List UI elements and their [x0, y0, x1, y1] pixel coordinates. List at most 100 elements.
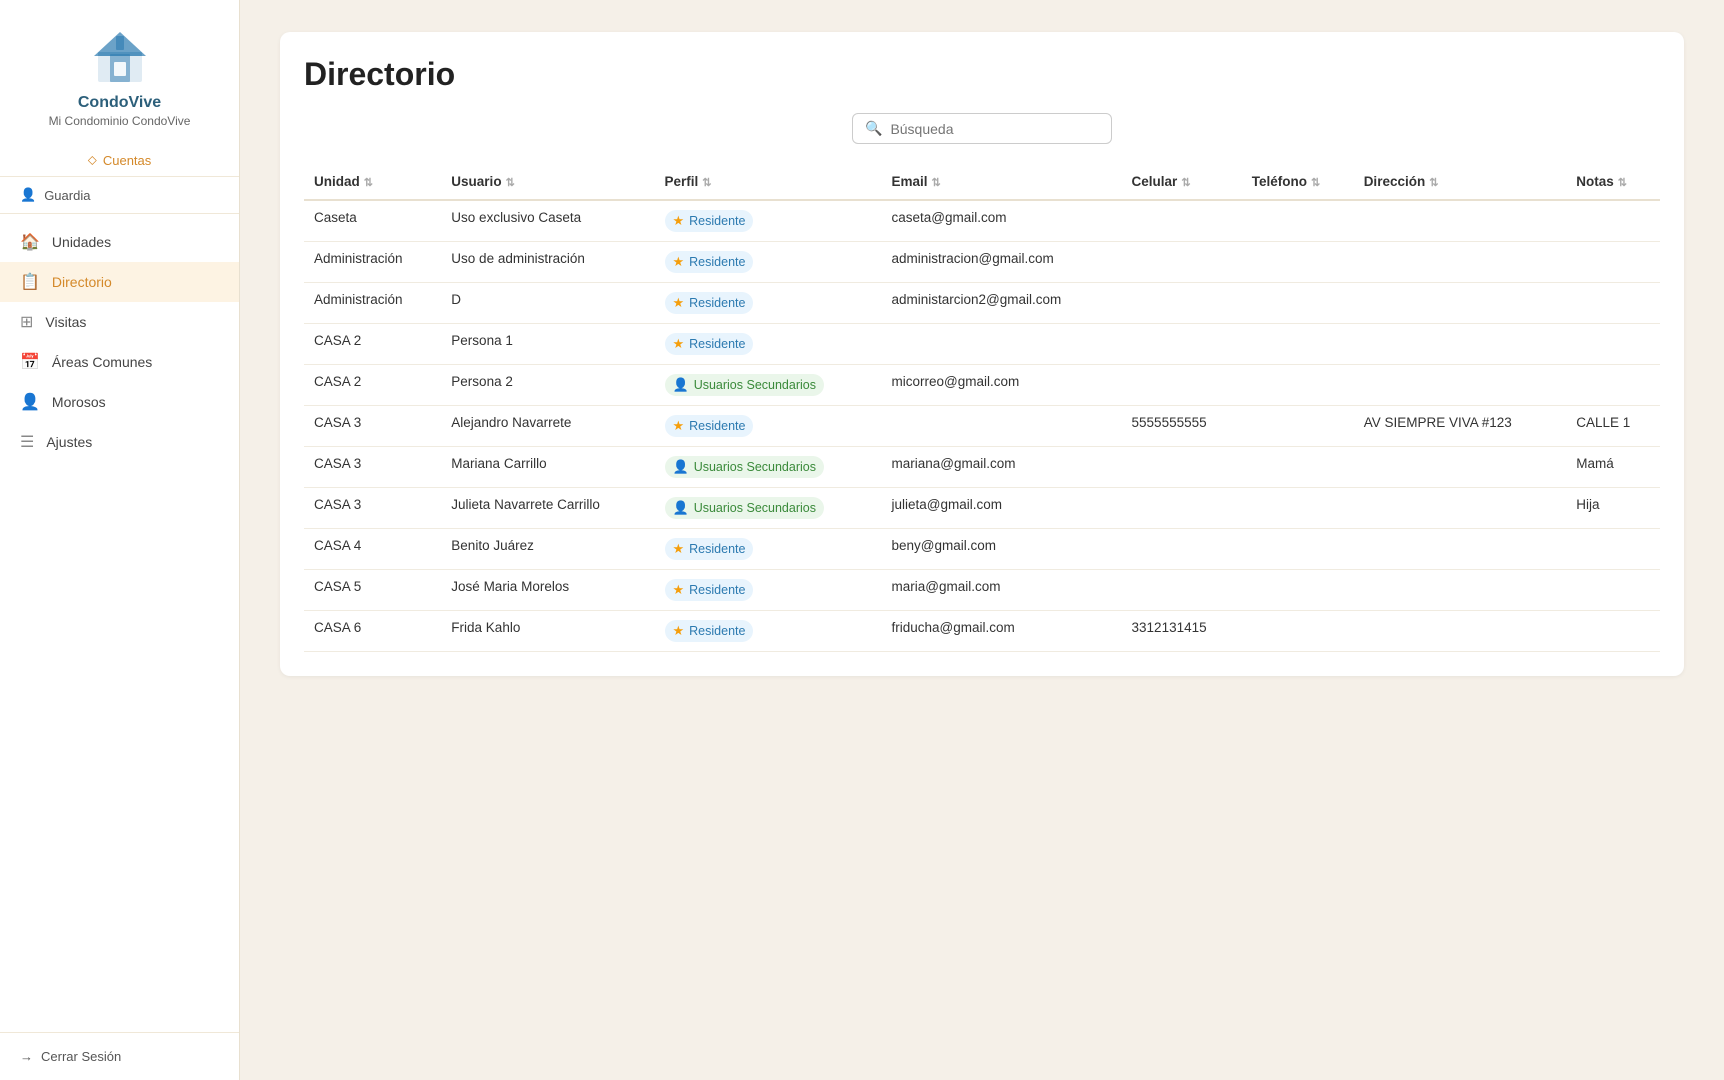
condo-name: Mi Condominio CondoVive: [49, 114, 191, 128]
cell-email: maria@gmail.com: [882, 570, 1122, 611]
cell-usuario: Persona 2: [441, 365, 654, 406]
sidebar: CondoVive Mi Condominio CondoVive ⬦ Cuen…: [0, 0, 240, 1080]
cell-notas: [1566, 570, 1660, 611]
ajustes-icon: ☰: [20, 432, 34, 452]
cell-unidad: Caseta: [304, 200, 441, 242]
sidebar-item-morosos[interactable]: 👤 Morosos: [0, 382, 239, 422]
sidebar-label-areas: Áreas Comunes: [52, 354, 152, 370]
cell-telefono: [1242, 200, 1354, 242]
sort-telefono: ⇅: [1311, 176, 1320, 189]
table-row: CASA 3Mariana Carrillo👤Usuarios Secundar…: [304, 447, 1660, 488]
col-header-perfil[interactable]: Perfil⇅: [655, 164, 882, 200]
cell-direccion: [1354, 488, 1567, 529]
cell-usuario: Persona 1: [441, 324, 654, 365]
sort-direccion: ⇅: [1429, 176, 1438, 189]
table-row: CASA 4Benito Juárez★Residentebeny@gmail.…: [304, 529, 1660, 570]
cell-notas: [1566, 365, 1660, 406]
directory-table: Unidad⇅Usuario⇅Perfil⇅Email⇅Celular⇅Telé…: [304, 164, 1660, 652]
areas-icon: 📅: [20, 352, 40, 372]
cell-usuario: Benito Juárez: [441, 529, 654, 570]
sidebar-nav: 🏠 Unidades 📋 Directorio ⊞ Visitas 📅 Área…: [0, 214, 239, 1032]
cell-notas: [1566, 529, 1660, 570]
cell-usuario: D: [441, 283, 654, 324]
cell-email: [882, 324, 1122, 365]
sidebar-item-directorio[interactable]: 📋 Directorio: [0, 262, 239, 302]
table-row: CASA 2Persona 1★Residente: [304, 324, 1660, 365]
perfil-label: Residente: [689, 255, 745, 269]
perfil-badge: 👤 Usuarios Secundarios: [665, 374, 824, 396]
user-section: 👤 Guardia: [0, 177, 239, 214]
user-label: Guardia: [44, 188, 90, 203]
accounts-link[interactable]: ⬦ Cuentas: [0, 144, 239, 177]
cell-direccion: [1354, 447, 1567, 488]
col-header-notas[interactable]: Notas⇅: [1566, 164, 1660, 200]
col-header-celular[interactable]: Celular⇅: [1122, 164, 1242, 200]
sort-email: ⇅: [932, 176, 941, 189]
cell-direccion: [1354, 283, 1567, 324]
cell-unidad: CASA 3: [304, 406, 441, 447]
sidebar-label-morosos: Morosos: [52, 394, 106, 410]
visitas-icon: ⊞: [20, 312, 33, 332]
accounts-icon: ⬦: [88, 152, 97, 168]
logout-label: Cerrar Sesión: [41, 1049, 121, 1064]
perfil-icon: 👤: [673, 377, 689, 393]
logout-button[interactable]: → Cerrar Sesión: [20, 1049, 219, 1064]
sidebar-label-unidades: Unidades: [52, 234, 111, 250]
cell-telefono: [1242, 488, 1354, 529]
cell-telefono: [1242, 365, 1354, 406]
cell-email: micorreo@gmail.com: [882, 365, 1122, 406]
user-icon: 👤: [20, 187, 36, 203]
col-header-usuario[interactable]: Usuario⇅: [441, 164, 654, 200]
cell-unidad: CASA 4: [304, 529, 441, 570]
sidebar-item-visitas[interactable]: ⊞ Visitas: [0, 302, 239, 342]
col-header-telefono[interactable]: Teléfono⇅: [1242, 164, 1354, 200]
search-input[interactable]: [890, 121, 1099, 137]
cell-telefono: [1242, 242, 1354, 283]
cell-direccion: [1354, 324, 1567, 365]
cell-email: mariana@gmail.com: [882, 447, 1122, 488]
sidebar-label-visitas: Visitas: [45, 314, 86, 330]
cell-telefono: [1242, 611, 1354, 652]
perfil-icon: 👤: [673, 459, 689, 475]
search-icon: 🔍: [865, 120, 882, 137]
perfil-label: Usuarios Secundarios: [694, 460, 816, 474]
table-row: CASA 2Persona 2 👤 Usuarios Secundarios mico…: [304, 365, 1660, 406]
cell-celular: [1122, 283, 1242, 324]
cell-email: administarcion2@gmail.com: [882, 283, 1122, 324]
cell-email: [882, 406, 1122, 447]
cell-direccion: [1354, 611, 1567, 652]
cell-celular: [1122, 570, 1242, 611]
col-header-email[interactable]: Email⇅: [882, 164, 1122, 200]
perfil-badge: ★Residente: [665, 538, 754, 560]
logo-icon: [88, 24, 152, 88]
cell-usuario: Uso de administración: [441, 242, 654, 283]
sort-celular: ⇅: [1181, 176, 1190, 189]
perfil-icon: ★: [673, 623, 685, 639]
sidebar-item-unidades[interactable]: 🏠 Unidades: [0, 222, 239, 262]
sort-notas: ⇅: [1618, 176, 1627, 189]
sidebar-item-areas[interactable]: 📅 Áreas Comunes: [0, 342, 239, 382]
perfil-label: Usuarios Secundarios: [694, 378, 816, 392]
cell-unidad: CASA 2: [304, 365, 441, 406]
cell-celular: [1122, 200, 1242, 242]
cell-usuario: Julieta Navarrete Carrillo: [441, 488, 654, 529]
perfil-icon: ★: [673, 582, 685, 598]
table-row: CASA 5José Maria Morelos★Residentemaria@…: [304, 570, 1660, 611]
sidebar-label-ajustes: Ajustes: [46, 434, 92, 450]
cell-unidad: CASA 3: [304, 488, 441, 529]
cell-notas: [1566, 324, 1660, 365]
perfil-label: Residente: [689, 542, 745, 556]
directory-card: Directorio 🔍 Unidad⇅Usuario⇅Perfil⇅Email…: [280, 32, 1684, 676]
sidebar-item-ajustes[interactable]: ☰ Ajustes: [0, 422, 239, 462]
cell-direccion: [1354, 570, 1567, 611]
cell-telefono: [1242, 406, 1354, 447]
table-header: Unidad⇅Usuario⇅Perfil⇅Email⇅Celular⇅Telé…: [304, 164, 1660, 200]
cell-telefono: [1242, 570, 1354, 611]
cell-telefono: [1242, 283, 1354, 324]
col-header-direccion[interactable]: Dirección⇅: [1354, 164, 1567, 200]
cell-telefono: [1242, 324, 1354, 365]
col-header-unidad[interactable]: Unidad⇅: [304, 164, 441, 200]
unidades-icon: 🏠: [20, 232, 40, 252]
perfil-label: Residente: [689, 337, 745, 351]
cell-unidad: CASA 2: [304, 324, 441, 365]
